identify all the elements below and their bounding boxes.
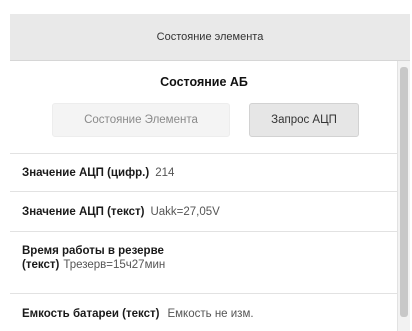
element-state-panel: Состояние элемента Состояние АБ Состояни…	[10, 6, 410, 331]
battery-capacity-row: Емкость батареи (текст) Емкость не изм.	[10, 293, 398, 331]
reserve-time-value: Трезерв=15ч27мин	[63, 259, 166, 271]
panel-title: Состояние элемента	[156, 31, 264, 43]
element-state-button[interactable]: Состояние Элемента	[52, 103, 230, 137]
section-title: Состояние АБ	[160, 75, 248, 89]
panel-content: Состояние АБ Состояние Элемента Запрос А…	[10, 61, 398, 331]
adc-text-row: Значение АЦП (текст) Uakk=27,05V	[10, 191, 398, 231]
battery-capacity-label: Емкость батареи (текст)	[22, 308, 160, 320]
panel-header: Состояние элемента	[10, 14, 410, 61]
button-row: Состояние Элемента Запрос АЦП	[10, 103, 398, 137]
adc-text-value: Uakk=27,05V	[150, 206, 220, 218]
adc-digital-label: Значение АЦП (цифр.)	[22, 167, 150, 179]
reserve-time-row: Время работы в резерве (текст) Трезерв=15…	[10, 231, 398, 293]
reserve-time-label-line1: Время работы в резерве	[22, 245, 164, 257]
adc-digital-value: 214	[155, 167, 175, 179]
reserve-time-label-line2: (текст)	[22, 259, 60, 271]
vertical-scrollbar[interactable]	[397, 61, 410, 331]
adc-digital-row: Значение АЦП (цифр.) 214	[10, 153, 398, 191]
battery-capacity-value: Емкость не изм.	[167, 308, 254, 320]
scrollbar-thumb[interactable]	[400, 67, 408, 317]
adc-text-label: Значение АЦП (текст)	[22, 206, 145, 218]
adc-request-button[interactable]: Запрос АЦП	[249, 103, 359, 137]
